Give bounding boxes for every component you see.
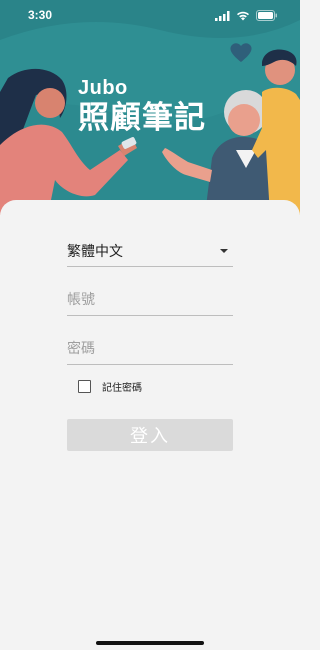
cellular-signal-icon — [215, 10, 230, 21]
wifi-icon — [237, 11, 249, 20]
login-button[interactable]: 登入 — [67, 419, 233, 451]
remember-password-row: 記住密碼 — [78, 379, 142, 394]
status-icons — [215, 10, 278, 21]
remember-password-checkbox[interactable] — [78, 380, 91, 393]
home-indicator — [96, 641, 204, 645]
language-value: 繁體中文 — [67, 244, 123, 260]
language-dropdown[interactable]: 繁體中文 — [67, 236, 233, 267]
chevron-down-icon — [220, 249, 228, 253]
account-input[interactable] — [67, 285, 233, 315]
app-title: 照顧筆記 — [78, 100, 206, 136]
status-time: 3:30 — [28, 8, 53, 22]
login-screen: 3:30 Jubo 照顧筆記 繁體中文 帳號 記住密碼 登入 — [0, 0, 300, 650]
password-field — [67, 334, 233, 365]
status-bar: 3:30 — [0, 0, 300, 32]
account-field — [67, 285, 233, 316]
remember-password-label: 記住密碼 — [102, 383, 142, 394]
battery-icon — [256, 10, 277, 21]
login-card: 繁體中文 記住密碼 登入 — [0, 200, 300, 650]
password-input[interactable] — [67, 334, 233, 364]
brand-logo: Jubo — [78, 77, 128, 99]
brand: Jubo 照顧筆記 — [78, 78, 206, 136]
